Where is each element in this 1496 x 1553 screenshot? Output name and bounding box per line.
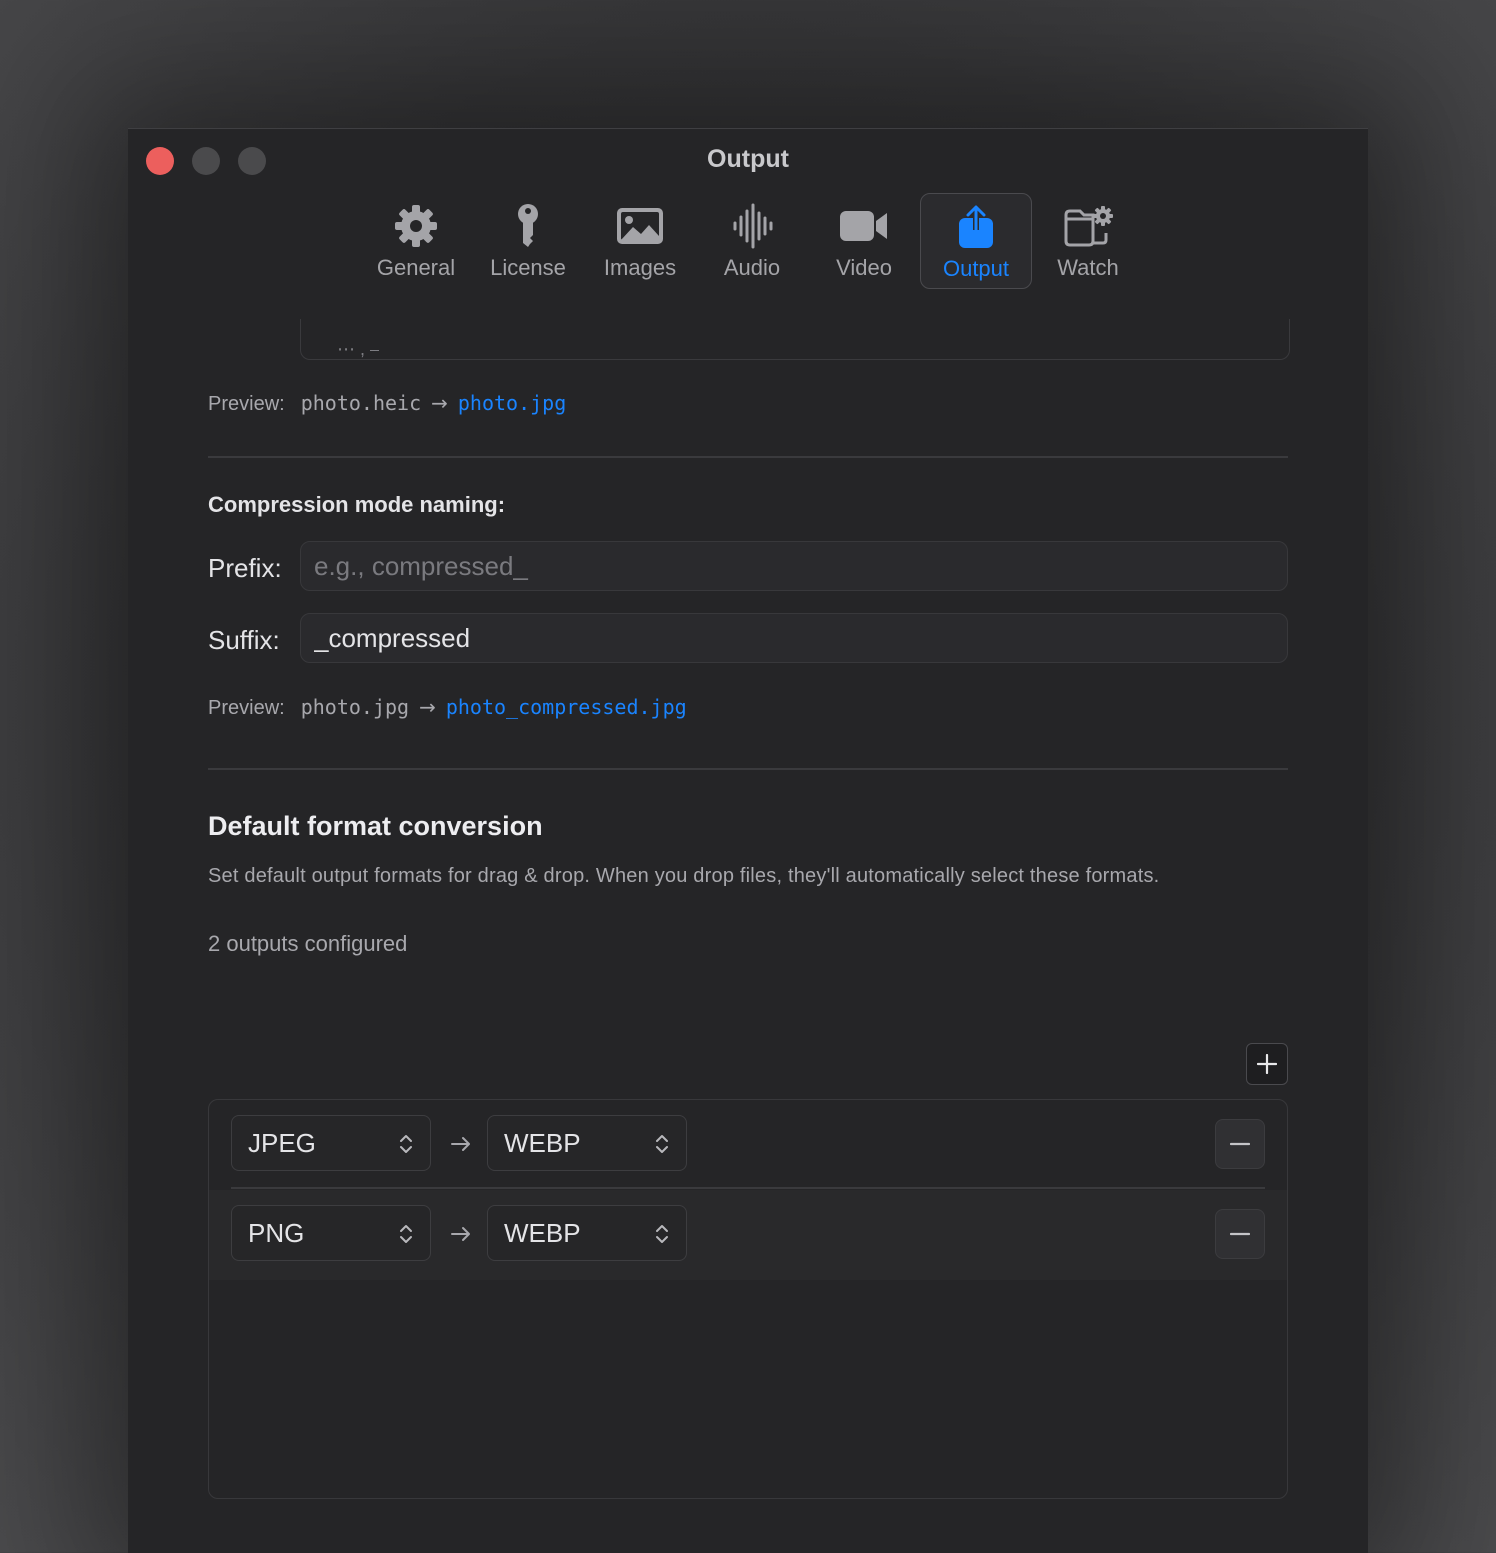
preview-source: photo.heic (300, 391, 422, 415)
default-format-description: Set default output formats for drag & dr… (208, 865, 1160, 887)
target-format-value: WEBP (504, 1217, 581, 1248)
output-format-list: JPEG WEBP PNG WEBP (208, 1099, 1288, 1499)
output-row: PNG WEBP (209, 1190, 1287, 1280)
conversion-preview: Preview: photo.heic → photo.jpg (208, 391, 566, 416)
compression-naming-heading: Compression mode naming: (208, 492, 506, 517)
preview-label: Preview: (208, 393, 285, 415)
tab-general-label: General (376, 255, 456, 280)
plus-icon (1257, 1054, 1277, 1074)
gear-icon (395, 205, 437, 247)
source-format-value: JPEG (248, 1127, 316, 1158)
target-format-value: WEBP (504, 1127, 581, 1158)
key-icon (518, 204, 538, 247)
preview-arrow: → (431, 391, 448, 415)
source-format-value: PNG (248, 1217, 305, 1248)
tab-audio[interactable]: Audio (696, 193, 808, 289)
chevron-up-down-icon (400, 1135, 412, 1153)
section-divider (208, 768, 1288, 770)
default-format-heading: Default format conversion (208, 811, 543, 841)
waveform-icon (733, 203, 773, 249)
compression-preview-label: Preview: (208, 697, 285, 719)
minus-icon (1230, 1142, 1250, 1146)
chevron-up-down-icon (656, 1135, 668, 1153)
source-format-select[interactable]: PNG (231, 1205, 431, 1261)
chevron-up-down-icon (400, 1225, 412, 1243)
output-row: JPEG WEBP (209, 1100, 1287, 1190)
prefix-input[interactable] (300, 541, 1288, 591)
tab-watch[interactable]: Watch (1032, 193, 1144, 289)
tab-video-label: Video (836, 255, 892, 280)
arrow-right-icon (451, 1137, 470, 1151)
section-divider (208, 456, 1288, 458)
tab-video[interactable]: Video (808, 193, 920, 289)
outputs-count: 2 outputs configured (208, 931, 408, 956)
source-format-select[interactable]: JPEG (231, 1115, 431, 1171)
target-format-select[interactable]: WEBP (487, 1115, 687, 1171)
clipped-field-text: ⋯ , ⎯ (337, 339, 380, 359)
tab-images-label: Images (603, 255, 677, 280)
compression-preview-source: photo.jpg (300, 695, 410, 719)
target-format-select[interactable]: WEBP (487, 1205, 687, 1261)
tab-output[interactable]: Output (920, 193, 1032, 289)
tab-license[interactable]: License (472, 193, 584, 289)
window-title: Output (707, 145, 789, 173)
compression-preview-arrow: → (419, 695, 436, 719)
minus-icon (1230, 1232, 1250, 1236)
tab-license-label: License (490, 255, 566, 280)
settings-window: Output General License Images Audio Vide… (128, 128, 1368, 1553)
chevron-up-down-icon (656, 1225, 668, 1243)
suffix-label: Suffix: (208, 625, 280, 655)
photo-icon (617, 208, 663, 244)
remove-output-button[interactable] (1215, 1119, 1265, 1169)
arrow-right-icon (451, 1227, 470, 1241)
share-icon (959, 205, 993, 248)
tab-watch-label: Watch (1057, 255, 1119, 280)
row-divider (231, 1187, 1265, 1189)
folder-gear-icon (1064, 206, 1113, 247)
preview-result: photo.jpg (457, 391, 567, 415)
tab-images[interactable]: Images (584, 193, 696, 289)
settings-toolbar: General License Images Audio Video Outpu… (360, 193, 1144, 289)
prefix-label: Prefix: (208, 553, 282, 583)
video-camera-icon (840, 211, 887, 241)
remove-output-button[interactable] (1215, 1209, 1265, 1259)
compression-preview: Preview: photo.jpg → photo_compressed.jpg (208, 695, 687, 720)
tab-audio-label: Audio (723, 255, 781, 280)
add-output-button[interactable] (1246, 1043, 1288, 1085)
tab-output-label: Output (942, 256, 1010, 281)
suffix-input[interactable] (300, 613, 1288, 663)
tab-general[interactable]: General (360, 193, 472, 289)
clipped-text-field[interactable]: ⋯ , ⎯ (300, 319, 1290, 360)
compression-preview-result: photo_compressed.jpg (445, 695, 687, 719)
